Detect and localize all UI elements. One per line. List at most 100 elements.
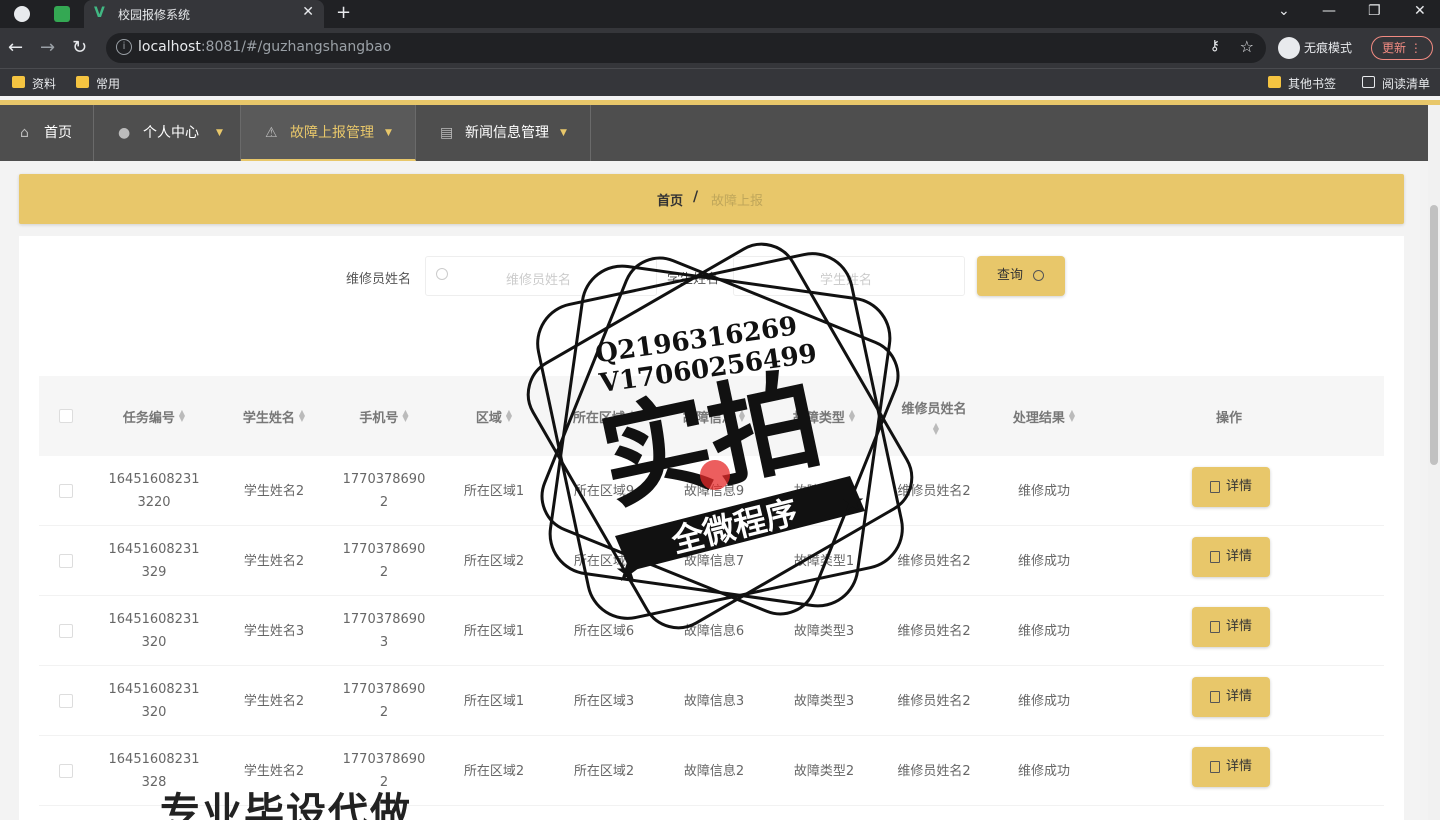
minimize-icon[interactable]: — (1322, 3, 1336, 19)
sort-icon: ▲ ▼ (298, 408, 306, 423)
student-name-label: 学生姓名 (667, 272, 720, 287)
page-scrollbar[interactable] (1428, 105, 1440, 820)
bookmark-other[interactable]: 其他书签 (1268, 75, 1336, 92)
sort-icon: ▲ ▼ (402, 408, 409, 423)
detail-button[interactable]: 详情 (1192, 747, 1270, 787)
detail-button[interactable]: 详情 (1192, 677, 1270, 717)
url-field[interactable]: i localhost:8081/#/guzhangshangbao ⚷ ☆ (106, 33, 1266, 63)
sort-icon: ▲ ▼ (178, 408, 186, 423)
sort-icon: ▲ ▼ (1068, 408, 1076, 423)
top-navigation: ⌂ 首页 ● 个人中心 ▼ ⚠ 故障上报管理 ▼ ▤ 新闻信息管理 ▼ (0, 105, 1428, 161)
reload-icon[interactable]: ↻ (72, 37, 87, 58)
incognito-indicator[interactable]: 无痕模式 (1278, 36, 1352, 60)
cell-repairer-name: 维修员姓名2 (897, 693, 971, 709)
globe-icon[interactable] (14, 6, 30, 22)
row-checkbox[interactable] (59, 764, 73, 778)
detail-button[interactable]: 详情 (1192, 467, 1270, 507)
tab-search-icon[interactable]: ⌄ (1278, 3, 1290, 19)
breadcrumb-separator: / (693, 189, 699, 205)
watermark-bottom-text: 专业毕设代做 (160, 790, 412, 820)
incognito-label: 无痕模式 (1304, 41, 1353, 55)
header-area[interactable]: 区域 ▲ ▼ (439, 376, 549, 456)
update-button[interactable]: 更新 ⋮ (1371, 36, 1433, 60)
cell-result: 维修成功 (1017, 623, 1070, 639)
sort-icon: ▲ ▼ (932, 420, 940, 436)
bookmark-star-icon[interactable]: ☆ (1240, 37, 1254, 56)
incognito-icon (1278, 37, 1300, 59)
cell-fault-type: 故障类型2 (793, 483, 855, 499)
search-icon (436, 268, 448, 280)
cell-result: 维修成功 (1017, 693, 1070, 709)
table-header: 任务编号 ▲ ▼ 学生姓名 ▲ ▼ 手机号 ▲ ▼ 区域 ▲ ▼ 所在区域 ▲ ▼ 故障信息 ▲ ▼ 故… (39, 376, 1384, 456)
cell-task-id: 16451608231 320 (108, 682, 200, 720)
nav-home-label: 首页 (44, 125, 72, 141)
new-tab-icon[interactable]: + (336, 2, 351, 23)
query-button[interactable]: 查询 (977, 256, 1065, 296)
search-bar: 维修员姓名 维修员姓名 学生姓名 学生姓名 查询 (19, 236, 1404, 316)
header-fault-info[interactable]: 故障信息 ▲ ▼ (659, 376, 769, 456)
nav-home[interactable]: ⌂ 首页 (0, 105, 94, 161)
detail-button-label: 详情 (1226, 549, 1253, 564)
cell-fault-info: 故障信息3 (683, 693, 745, 709)
app-tab-icon[interactable] (54, 6, 70, 22)
bookmark-folder-2[interactable]: 常用 (76, 75, 120, 92)
document-icon (1210, 691, 1220, 703)
repairer-name-input[interactable]: 维修员姓名 (425, 256, 657, 296)
header-repairer-name[interactable]: 维修员姓名 ▲ ▼ (879, 376, 989, 456)
window-close-icon[interactable]: ✕ (1414, 3, 1426, 19)
cell-location: 所在区域7 (573, 553, 635, 569)
reading-list-icon (1362, 76, 1375, 88)
nav-news-manage[interactable]: ▤ 新闻信息管理 ▼ (416, 105, 591, 161)
header-phone[interactable]: 手机号 ▲ ▼ (329, 376, 439, 456)
content-card: 维修员姓名 维修员姓名 学生姓名 学生姓名 查询 任务编号 ▲ ▼ 学生姓名 ▲ ▼ 手… (19, 236, 1404, 820)
cell-area: 所在区域1 (463, 693, 525, 709)
cell-student-name: 学生姓名2 (243, 693, 305, 709)
cell-phone: 1770378690 3 (342, 612, 426, 650)
cell-location: 所在区域3 (573, 693, 635, 709)
select-all-checkbox[interactable] (59, 409, 73, 423)
back-icon[interactable]: ← (8, 37, 23, 58)
forward-icon[interactable]: → (40, 37, 55, 58)
site-info-icon[interactable]: i (116, 39, 132, 55)
cell-phone: 1770378690 2 (342, 542, 426, 580)
detail-button[interactable]: 详情 (1192, 537, 1270, 577)
cell-fault-type: 故障类型2 (793, 763, 855, 779)
tab-close-icon[interactable]: ✕ (302, 4, 314, 20)
query-button-label: 查询 (997, 268, 1024, 283)
user-icon: ● (118, 125, 131, 141)
document-icon (1210, 481, 1220, 493)
student-name-input[interactable]: 学生姓名 (733, 256, 965, 296)
update-label: 更新 (1382, 41, 1407, 55)
header-location[interactable]: 所在区域 ▲ ▼ (549, 376, 659, 456)
header-student-name[interactable]: 学生姓名 ▲ ▼ (219, 376, 329, 456)
row-checkbox[interactable] (59, 694, 73, 708)
row-checkbox[interactable] (59, 484, 73, 498)
cell-area: 所在区域1 (463, 483, 525, 499)
sort-icon: ▲ ▼ (848, 408, 856, 423)
bookmark-folder-1[interactable]: 资料 (12, 75, 56, 92)
header-task-id[interactable]: 任务编号 ▲ ▼ (89, 376, 219, 456)
nav-personal-label: 个人中心 (143, 125, 199, 141)
header-fault-type[interactable]: 故障类型 ▲ ▼ (769, 376, 879, 456)
header-actions: 操作 (1215, 410, 1242, 426)
cell-location: 所在区域9 (573, 483, 635, 499)
row-checkbox[interactable] (59, 624, 73, 638)
folder-icon (1268, 76, 1281, 88)
detail-button[interactable]: 详情 (1192, 607, 1270, 647)
cell-location: 所在区域6 (573, 623, 635, 639)
password-key-icon[interactable]: ⚷ (1210, 38, 1220, 54)
chevron-down-icon: ▼ (216, 128, 223, 138)
row-checkbox[interactable] (59, 554, 73, 568)
reading-list[interactable]: 阅读清单 (1362, 75, 1430, 92)
student-name-placeholder: 学生姓名 (820, 273, 873, 288)
cell-fault-type: 故障类型3 (793, 693, 855, 709)
maximize-icon[interactable]: ❐ (1368, 3, 1381, 19)
header-result[interactable]: 处理结果 ▲ ▼ (989, 376, 1099, 456)
cell-repairer-name: 维修员姓名2 (897, 553, 971, 569)
nav-personal-center[interactable]: ● 个人中心 ▼ (94, 105, 241, 161)
nav-fault-report-manage[interactable]: ⚠ 故障上报管理 ▼ (241, 105, 416, 161)
browser-tab-active[interactable]: V 校园报修系统 ✕ (84, 0, 324, 28)
scrollbar-thumb[interactable] (1430, 205, 1438, 465)
nav-news-label: 新闻信息管理 (465, 125, 549, 141)
breadcrumb-home[interactable]: 首页 (657, 190, 683, 209)
